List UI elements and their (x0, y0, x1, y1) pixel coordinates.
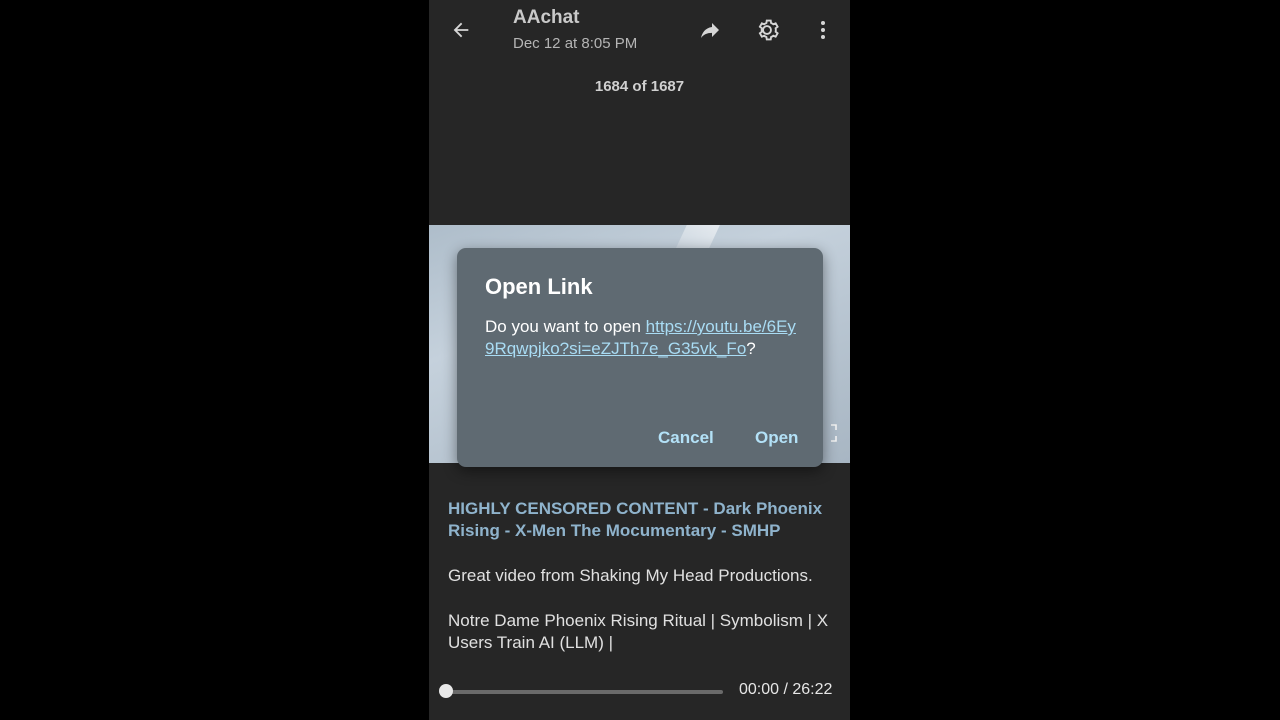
arrow-left-icon (453, 22, 469, 38)
back-button[interactable] (443, 12, 479, 48)
cancel-button[interactable]: Cancel (658, 428, 714, 448)
dialog-message: Do you want to open https://youtu.be/6Ey… (485, 316, 803, 360)
chat-title: AAchat (513, 7, 580, 28)
media-counter: 1684 of 1687 (594, 78, 685, 95)
message-date: Dec 12 at 8:05 PM (513, 35, 638, 52)
settings-button[interactable] (749, 12, 785, 48)
playback-time: 00:00 / 26:22 (739, 681, 833, 698)
dialog-prompt-text: Do you want to open (485, 317, 646, 336)
caption-paragraph: Great video from Shaking My Head Product… (448, 566, 813, 585)
caption-paragraph: Notre Dame Phoenix Rising Ritual | Symbo… (448, 611, 829, 652)
seek-thumb[interactable] (439, 684, 453, 698)
more-options-button[interactable] (805, 12, 841, 48)
share-button[interactable] (692, 12, 728, 48)
dialog-suffix: ? (746, 339, 756, 358)
gear-icon (758, 19, 779, 41)
open-button[interactable]: Open (755, 428, 798, 448)
video-title-link[interactable]: HIGHLY CENSORED CONTENT - Dark Phoenix R… (448, 498, 838, 542)
dialog-title: Open Link (485, 274, 593, 299)
open-link-dialog: Open Link Do you want to open https://yo… (457, 248, 823, 467)
media-viewer-screen: AAchat Dec 12 at 8:05 PM 1684 of 1687 Op… (429, 0, 850, 720)
share-forward-icon (701, 23, 719, 38)
seek-bar[interactable] (446, 690, 723, 694)
more-vertical-icon (821, 21, 825, 39)
